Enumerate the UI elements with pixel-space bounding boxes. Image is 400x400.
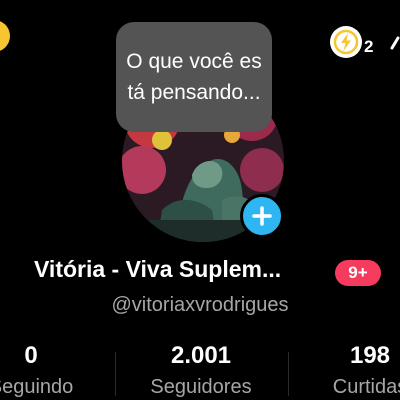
notification-badge[interactable]: 9+ — [335, 260, 381, 286]
stat-likes[interactable]: 198 Curtidas — [295, 340, 400, 400]
stat-label: Curtidas — [332, 376, 400, 398]
lightning-badge-button[interactable] — [330, 26, 362, 58]
stat-value: 0 — [24, 342, 38, 369]
name-row: Vitória - Viva Suplem... 9+ — [0, 252, 400, 290]
plus-icon — [252, 206, 272, 226]
display-name[interactable]: Vitória - Viva Suplem... — [34, 256, 330, 283]
lightning-count: 2 — [364, 37, 374, 56]
profile-screen: 2 O que você está pensando... Vitória - … — [0, 0, 400, 400]
yellow-circle-icon[interactable] — [0, 20, 10, 52]
person-icon[interactable] — [388, 34, 400, 54]
stat-divider — [288, 352, 289, 396]
add-story-button[interactable] — [240, 194, 284, 238]
stat-followers[interactable]: 2.001 Seguidores — [126, 340, 276, 400]
stat-label: Seguidores — [150, 376, 252, 398]
lightning-icon — [330, 26, 362, 58]
stat-following[interactable]: 0 Seguindo — [0, 340, 106, 400]
stat-divider — [115, 352, 116, 396]
stat-value: 2.001 — [170, 342, 232, 369]
username: @vitoriaxvrodrigues — [111, 294, 289, 316]
thought-bubble-text: O que você está pensando... — [126, 50, 262, 104]
stat-value: 198 — [349, 342, 391, 369]
thought-bubble[interactable]: O que você está pensando... — [116, 22, 272, 132]
stat-label: Seguindo — [0, 376, 74, 398]
